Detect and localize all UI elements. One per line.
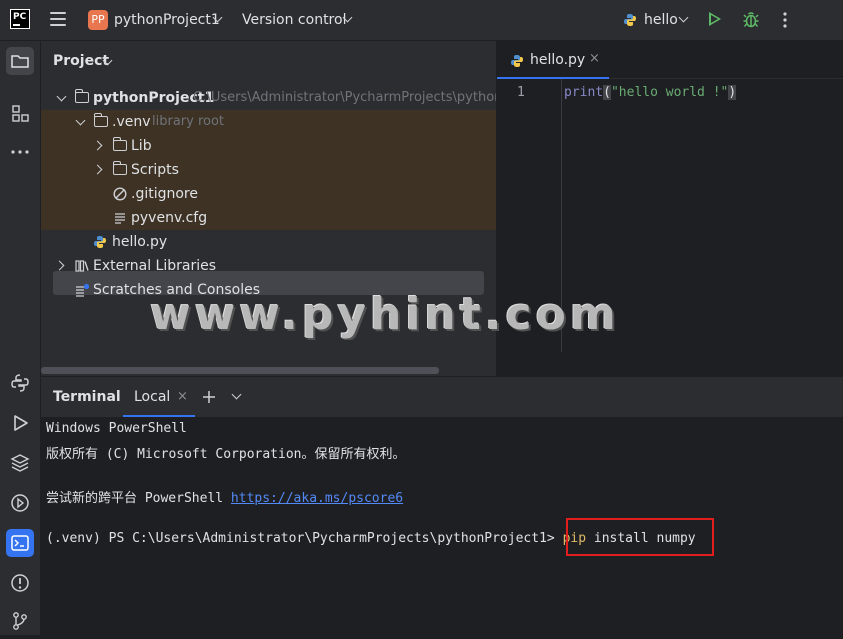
python-icon: [624, 14, 636, 26]
left-tool-window-bar: [0, 41, 41, 635]
library-icon: [75, 260, 89, 272]
tree-item-lib[interactable]: Lib: [41, 134, 496, 158]
project-panel-title[interactable]: Project: [53, 53, 109, 69]
version-control-dropdown[interactable]: Version control: [242, 12, 346, 28]
tree-item-label: .venv: [112, 114, 151, 130]
scratches-icon: [76, 283, 90, 297]
services-icon[interactable]: [6, 489, 34, 517]
terminal-tab-local[interactable]: Local: [134, 389, 170, 405]
chevron-down-icon: [678, 12, 689, 23]
expand-arrow-icon[interactable]: [56, 91, 67, 102]
tree-item-path: C:\Users\Administrator\PycharmProjects\p…: [193, 90, 496, 105]
run-configuration-dropdown[interactable]: hello: [644, 12, 678, 28]
folder-icon: [112, 137, 127, 151]
code-line-1[interactable]: print("hello world !"): [564, 85, 737, 100]
tree-item-gitignore[interactable]: .gitignore: [41, 182, 496, 206]
tree-item-pyvenv[interactable]: pyvenv.cfg: [41, 206, 496, 230]
terminal-text: 尝试新的跨平台 PowerShell: [46, 491, 231, 506]
folder-icon: [93, 113, 108, 127]
python-file-icon: [511, 55, 523, 67]
terminal-line: Windows PowerShell: [46, 421, 187, 436]
code-builtin: print: [564, 85, 604, 100]
debug-icon[interactable]: [742, 11, 760, 29]
pycharm-logo-icon[interactable]: PC: [10, 9, 30, 29]
tree-item-scripts[interactable]: Scripts: [41, 158, 496, 182]
add-tab-icon[interactable]: [202, 390, 216, 404]
editor-tab-label: hello.py: [530, 52, 586, 68]
text-file-icon: [115, 213, 125, 224]
watermark: www.pyhint.com: [150, 289, 620, 340]
git-icon[interactable]: [6, 607, 34, 635]
tree-item-label: .gitignore: [131, 186, 198, 202]
chevron-down-icon[interactable]: [231, 389, 242, 400]
editor-tab-hello[interactable]: hello.py ×: [497, 41, 609, 79]
problems-icon[interactable]: [6, 569, 34, 597]
expand-arrow-icon[interactable]: [75, 115, 86, 126]
tree-item-venv[interactable]: .venv library root: [41, 110, 496, 134]
tree-item-external-libraries[interactable]: External Libraries: [41, 254, 496, 278]
tree-item-label: Lib: [131, 138, 152, 154]
expand-arrow-icon[interactable]: [92, 140, 103, 151]
terminal-line: 版权所有 (C) Microsoft Corporation。保留所有权利。: [46, 447, 406, 462]
tree-item-label: pyvenv.cfg: [131, 210, 208, 226]
more-vertical-icon[interactable]: [780, 10, 790, 30]
run-icon[interactable]: [6, 409, 34, 437]
code-paren: (: [603, 85, 611, 100]
expand-arrow-icon[interactable]: [54, 260, 65, 271]
horizontal-scrollbar[interactable]: [41, 367, 439, 374]
ignore-file-icon: [113, 187, 127, 201]
run-icon[interactable]: [709, 12, 721, 26]
terminal-title[interactable]: Terminal: [53, 389, 121, 405]
close-icon[interactable]: ×: [589, 51, 600, 66]
folder-icon: [112, 161, 127, 175]
terminal-icon[interactable]: [6, 529, 34, 557]
project-folder-icon[interactable]: [6, 47, 34, 75]
project-name-dropdown[interactable]: pythonProject1: [114, 12, 220, 28]
terminal-line: 尝试新的跨平台 PowerShell https://aka.ms/pscore…: [46, 487, 403, 506]
structure-icon[interactable]: [6, 99, 34, 127]
project-badge[interactable]: PP: [88, 10, 108, 30]
hamburger-menu-icon[interactable]: [50, 12, 66, 26]
python-file-icon: [94, 236, 106, 248]
highlight-box: [566, 518, 714, 556]
folder-icon: [74, 89, 89, 103]
title-bar: PC PP pythonProject1 Version control hel…: [0, 0, 843, 41]
expand-arrow-icon[interactable]: [92, 164, 103, 175]
terminal-output[interactable]: Windows PowerShell 版权所有 (C) Microsoft Co…: [41, 417, 843, 635]
terminal-header: Terminal Local ×: [41, 377, 843, 417]
tree-item-hello[interactable]: hello.py: [41, 230, 496, 254]
code-string: "hello world !": [610, 85, 729, 100]
close-icon[interactable]: ×: [177, 389, 188, 404]
tree-item-label: Scripts: [131, 162, 179, 178]
tree-item-label: hello.py: [112, 234, 168, 250]
python-console-icon[interactable]: [6, 369, 34, 397]
more-tools-icon[interactable]: [6, 138, 34, 166]
line-number: 1: [517, 85, 525, 100]
terminal-prompt: (.venv) PS C:\Users\Administrator\Pychar…: [46, 531, 563, 546]
terminal-link[interactable]: https://aka.ms/pscore6: [231, 491, 403, 506]
editor-tab-bar: hello.py ×: [497, 41, 843, 79]
tree-item-root[interactable]: pythonProject1 C:\Users\Administrator\Py…: [41, 86, 496, 110]
tree-item-hint: library root: [152, 114, 225, 129]
layers-icon[interactable]: [6, 449, 34, 477]
code-paren: ): [728, 85, 737, 100]
tree-item-label: External Libraries: [93, 258, 216, 274]
